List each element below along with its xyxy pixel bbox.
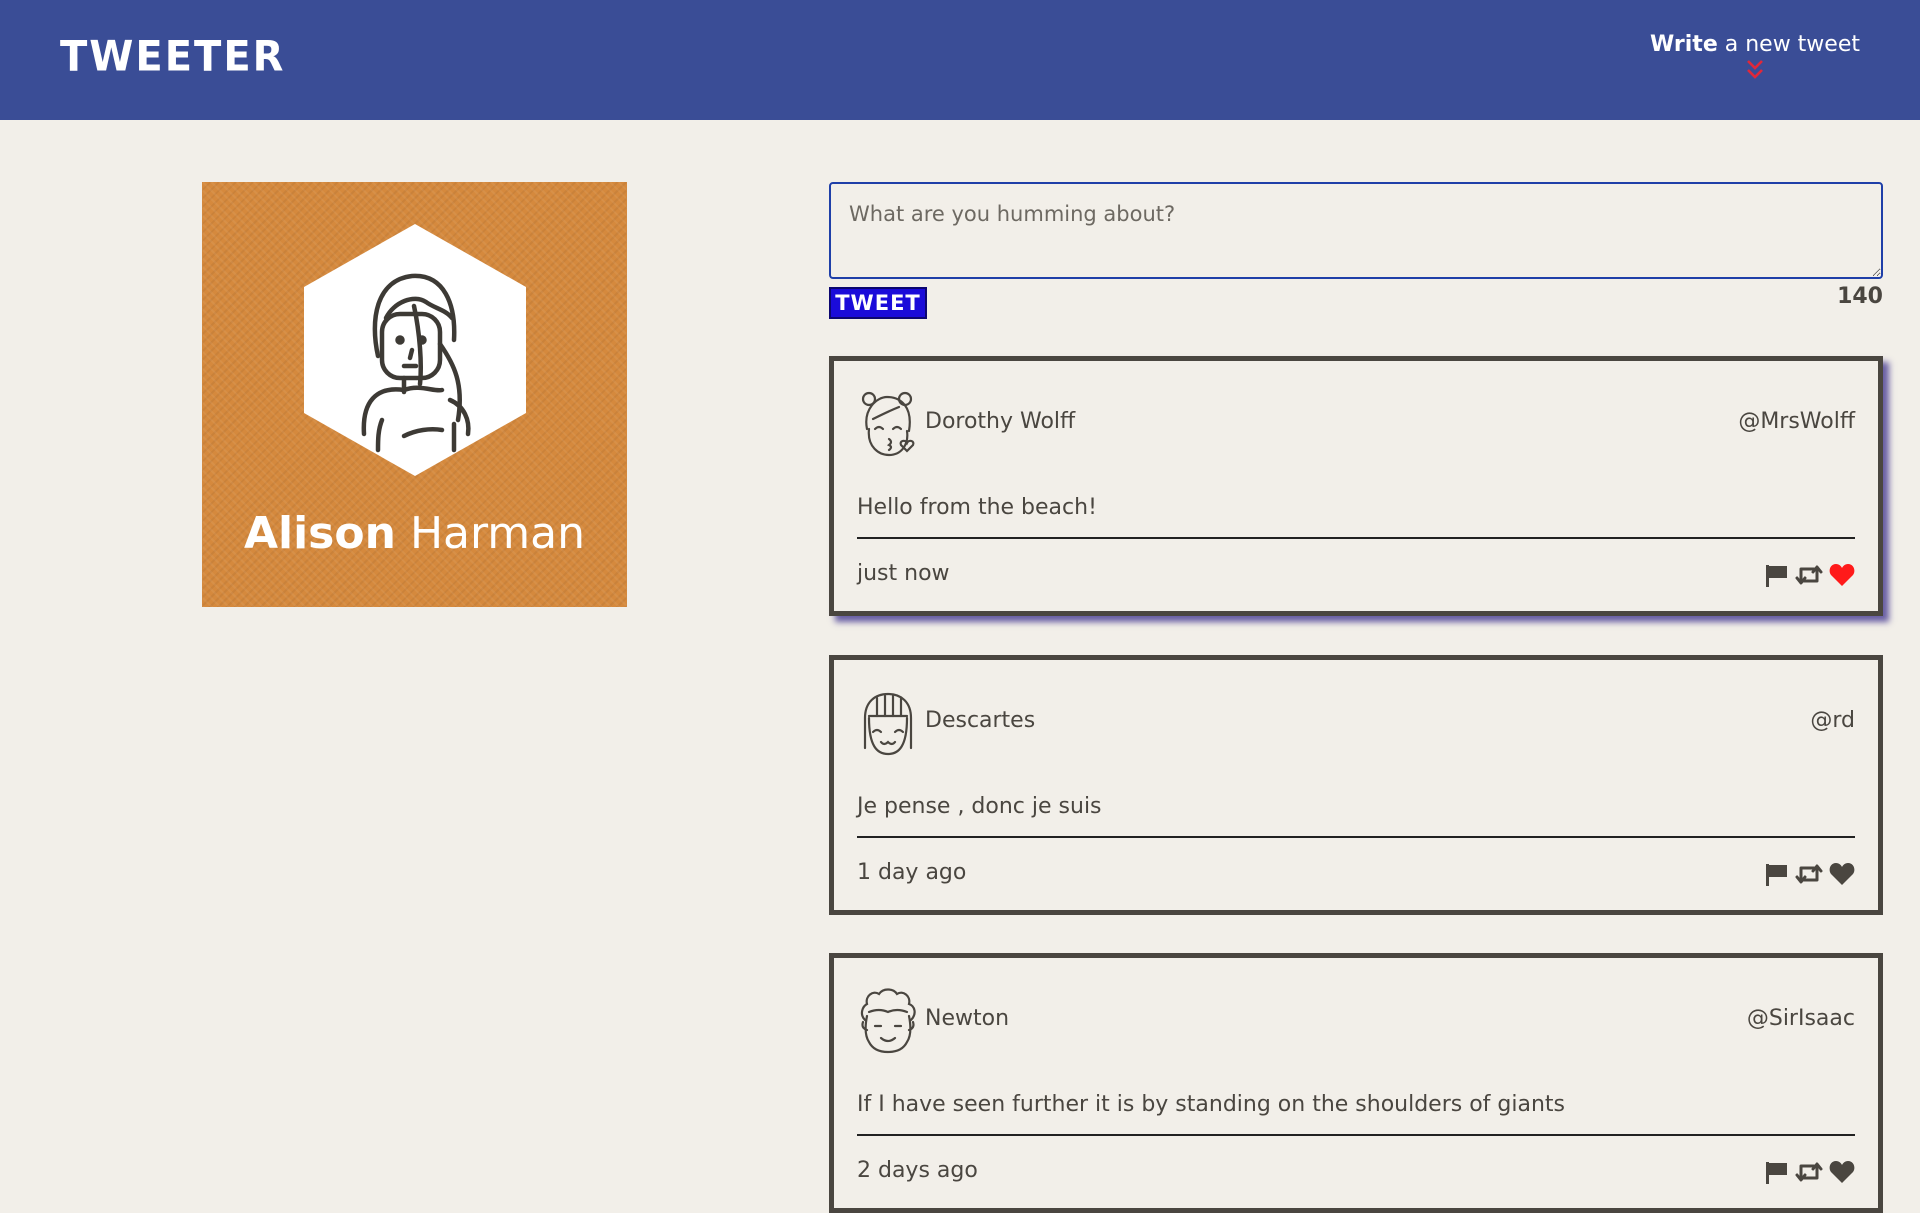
tweet-button[interactable]: TWEET xyxy=(829,287,927,319)
double-chevron-down-icon[interactable] xyxy=(1743,59,1767,81)
tweet-author-name: Dorothy Wolff xyxy=(925,409,1076,434)
profile-name: Alison Harman xyxy=(202,508,627,559)
heart-icon[interactable] xyxy=(1829,1160,1855,1184)
tweet-divider xyxy=(857,1134,1855,1136)
tweet-card: Newton @SirIsaac If I have seen further … xyxy=(829,953,1883,1213)
tweet-author-handle: @SirIsaac xyxy=(1746,1006,1855,1031)
compose-label-bold: Write xyxy=(1650,32,1718,57)
flag-icon[interactable] xyxy=(1763,861,1789,887)
retweet-icon[interactable] xyxy=(1795,861,1823,887)
tweet-card: Descartes @rd Je pense , donc je suis 1 … xyxy=(829,655,1883,915)
profile-last-name: Harman xyxy=(409,508,586,559)
tweet-text: Hello from the beach! xyxy=(857,495,1097,520)
compose-label-rest: a new tweet xyxy=(1717,32,1860,57)
tweet-author-handle: @MrsWolff xyxy=(1738,409,1855,434)
tweet-author-name: Descartes xyxy=(925,708,1036,733)
tweet-actions xyxy=(1763,1158,1855,1186)
heart-icon[interactable] xyxy=(1829,563,1855,587)
brand-logo[interactable]: TWEETER xyxy=(60,33,285,81)
tweet-timestamp: 2 days ago xyxy=(857,1158,978,1183)
tweet-divider xyxy=(857,836,1855,838)
bob-hair-avatar-icon xyxy=(863,692,913,756)
tweet-textarea[interactable] xyxy=(829,182,1883,279)
profile-card: Alison Harman xyxy=(202,182,627,607)
character-counter: 140 xyxy=(1837,284,1883,309)
tweet-author-handle: @rd xyxy=(1810,708,1855,733)
retweet-icon[interactable] xyxy=(1795,562,1823,588)
tweet-timestamp: 1 day ago xyxy=(857,860,967,885)
tweet-author-name: Newton xyxy=(925,1006,1010,1031)
retweet-icon[interactable] xyxy=(1795,1159,1823,1185)
profile-avatar-icon xyxy=(304,224,526,476)
top-nav: TWEETER Write a new tweet xyxy=(0,0,1920,120)
heart-icon[interactable] xyxy=(1829,862,1855,886)
tweet-timestamp: just now xyxy=(857,561,950,586)
kissing-girl-avatar-icon xyxy=(861,391,915,457)
profile-first-name: Alison xyxy=(243,508,396,559)
tweet-text: Je pense , donc je suis xyxy=(857,794,1102,819)
curly-hair-avatar-icon xyxy=(860,988,916,1054)
write-tweet-toggle[interactable]: Write a new tweet xyxy=(1650,32,1860,81)
flag-icon[interactable] xyxy=(1763,1159,1789,1185)
flag-icon[interactable] xyxy=(1763,562,1789,588)
tweet-actions xyxy=(1763,561,1855,589)
tweet-text: If I have seen further it is by standing… xyxy=(857,1092,1565,1117)
tweet-actions xyxy=(1763,860,1855,888)
tweet-divider xyxy=(857,537,1855,539)
tweet-card: Dorothy Wolff @MrsWolff Hello from the b… xyxy=(829,356,1883,616)
